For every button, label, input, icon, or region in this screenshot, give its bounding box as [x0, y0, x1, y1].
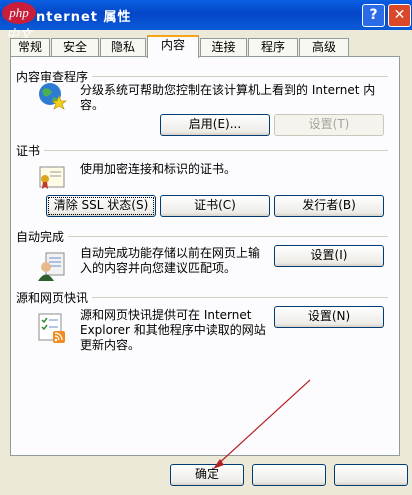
- annotation-arrow: [213, 379, 311, 469]
- tab-content[interactable]: 内容: [147, 35, 199, 58]
